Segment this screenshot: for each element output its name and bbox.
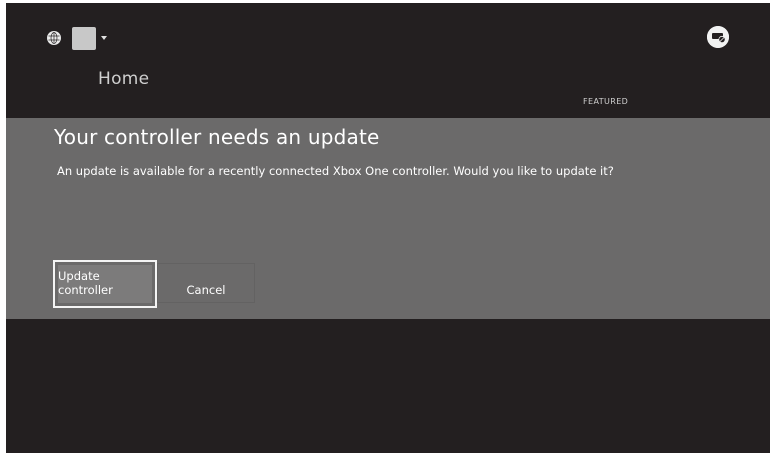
update-controller-button[interactable]: Update controller bbox=[53, 260, 157, 308]
update-controller-label: Update controller bbox=[58, 269, 113, 297]
cancel-button[interactable]: Cancel bbox=[157, 263, 255, 303]
caret-down-icon[interactable] bbox=[101, 36, 107, 40]
cancel-label: Cancel bbox=[186, 283, 226, 297]
xbox-home-screen: Home FEATURED Your controller needs an u… bbox=[6, 3, 770, 453]
page-title: Home bbox=[98, 69, 150, 89]
tab-featured[interactable]: FEATURED bbox=[583, 97, 628, 106]
globe-icon[interactable] bbox=[47, 31, 61, 45]
dialog-message: An update is available for a recently co… bbox=[57, 164, 614, 178]
controller-settings-icon[interactable] bbox=[707, 26, 729, 48]
update-dialog: Your controller needs an update An updat… bbox=[6, 118, 770, 319]
dialog-title: Your controller needs an update bbox=[54, 125, 380, 149]
avatar[interactable] bbox=[72, 27, 96, 50]
